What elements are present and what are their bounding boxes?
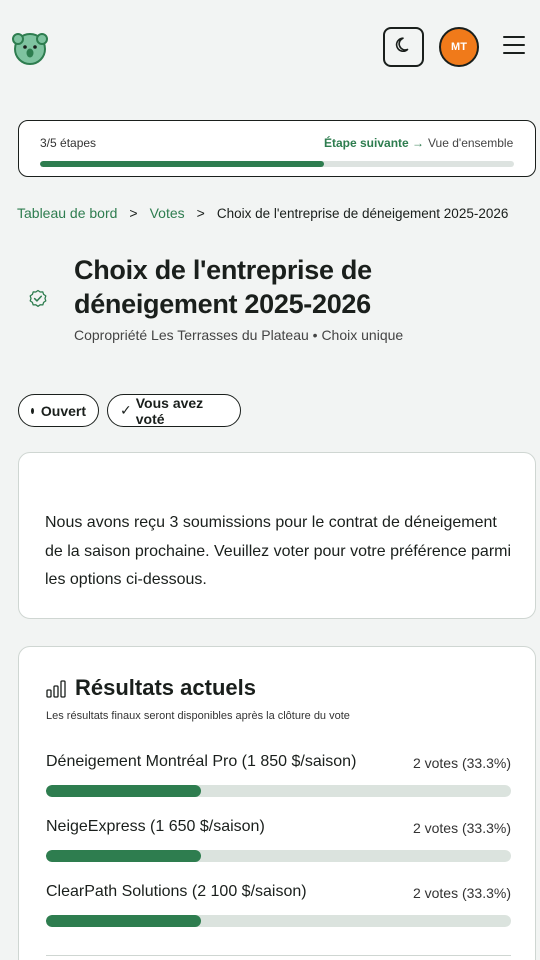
breadcrumb-dashboard[interactable]: Tableau de bord: [17, 205, 117, 221]
steps-progress-card: 3/5 étapes Étape suivante → Vue d'ensemb…: [18, 120, 536, 177]
result-option-bar: [46, 785, 511, 797]
status-dot-icon: [31, 407, 34, 414]
vote-page: MT 3/5 étapes Étape suivante → Vue d'ens…: [0, 0, 540, 960]
result-option-fill: [46, 850, 201, 862]
steps-progress-bar: [40, 161, 514, 167]
result-option-votes: 2 votes (33.3%): [412, 755, 511, 771]
theme-toggle-button[interactable]: [383, 27, 424, 67]
result-option-label: ClearPath Solutions (2 100 $/saison): [46, 883, 307, 900]
breadcrumb-separator: >: [196, 205, 205, 221]
koala-logo-icon[interactable]: [12, 30, 48, 66]
description-card: Nous avons reçu 3 soumissions pour le co…: [18, 452, 536, 619]
steps-progress-fill: [40, 161, 325, 167]
breadcrumb-votes[interactable]: Votes: [150, 205, 185, 221]
result-option-label: Déneigement Montréal Pro (1 850 $/saison…: [46, 753, 357, 770]
moon-icon: [394, 35, 414, 60]
status-badge-open: Ouvert: [18, 394, 99, 427]
app-header: MT: [0, 0, 540, 94]
steps-count: 3/5 étapes: [40, 136, 97, 150]
results-divider: [46, 955, 511, 956]
result-option-fill: [46, 915, 201, 927]
check-circle-icon: [28, 289, 48, 309]
status-badge-label: Ouvert: [40, 402, 86, 419]
next-step-link[interactable]: Étape suivante →: [324, 136, 424, 150]
results-note: Les résultats finaux seront disponibles …: [46, 710, 350, 722]
result-option-bar: [46, 850, 511, 862]
overview-link[interactable]: Vue d'ensemble: [428, 136, 513, 150]
page-title: Choix de l'entreprise de déneigement 202…: [74, 255, 372, 319]
vote-description: Nous avons reçu 3 soumissions pour le co…: [45, 514, 512, 588]
result-option-label: NeigeExpress (1 650 $/saison): [46, 818, 265, 835]
result-option-votes: 2 votes (33.3%): [412, 885, 511, 901]
vote-subtitle: Copropriété Les Terrasses du Plateau • C…: [74, 327, 404, 343]
breadcrumb-current: Choix de l'entreprise de déneigement 202…: [216, 205, 509, 221]
checkmark-icon: ✓: [120, 402, 132, 418]
result-option-votes: 2 votes (33.3%): [412, 820, 511, 836]
hamburger-menu-icon[interactable]: [503, 36, 525, 56]
breadcrumb: Tableau de bord > Votes > Choix de l'ent…: [17, 205, 508, 221]
voted-badge-label: Vous avez voté: [135, 394, 204, 427]
bar-chart-icon: [46, 680, 66, 698]
result-option-bar: [46, 915, 511, 927]
result-option-fill: [46, 785, 201, 797]
breadcrumb-separator: >: [129, 205, 138, 221]
results-card: Résultats actuels Les résultats finaux s…: [18, 646, 536, 960]
results-title: Résultats actuels: [75, 675, 256, 700]
user-avatar[interactable]: MT: [439, 27, 479, 67]
status-badge-voted: ✓ Vous avez voté: [107, 394, 241, 427]
